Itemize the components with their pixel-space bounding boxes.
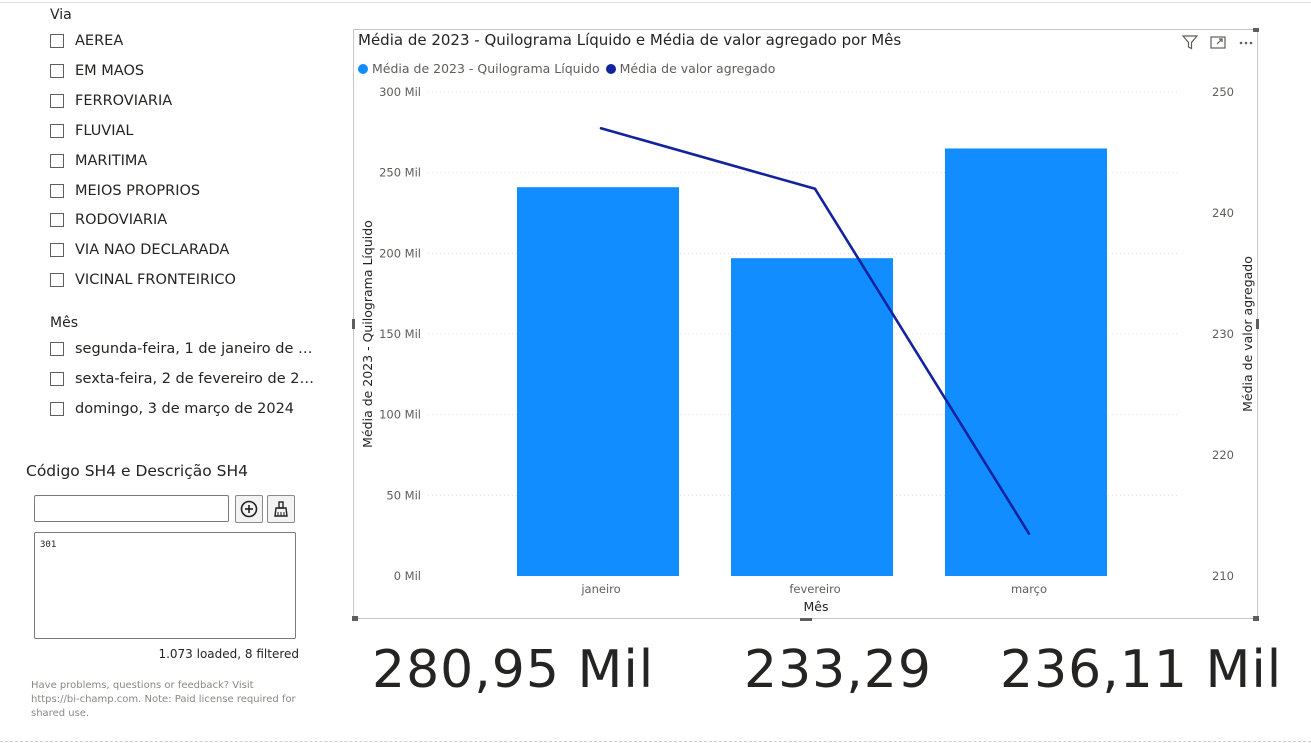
top-border xyxy=(0,0,1311,3)
slicer-via-item-label: FLUVIAL xyxy=(75,122,134,139)
sh4-status-text: 1.073 loaded, 8 filtered xyxy=(158,647,299,661)
kpi-card-2: 233,29 xyxy=(744,640,932,700)
slicer-via-item[interactable]: FLUVIAL xyxy=(50,120,134,142)
legend-item-line[interactable]: Média de valor agregado xyxy=(605,61,776,76)
checkbox[interactable] xyxy=(50,123,64,138)
checkbox[interactable] xyxy=(50,342,64,356)
slicer-mes-item[interactable]: segunda-feira, 1 de janeiro de 2... xyxy=(50,338,320,360)
slicer-via-item[interactable]: MARITIMA xyxy=(50,150,147,172)
resize-handle-right[interactable] xyxy=(1256,319,1259,329)
checkbox[interactable] xyxy=(50,402,64,416)
slicer-via-item[interactable]: EM MAOS xyxy=(50,60,144,82)
slicer-via-item-label: VICINAL FRONTEIRICO xyxy=(75,272,236,289)
checkbox[interactable] xyxy=(50,34,64,48)
focus-mode-icon[interactable] xyxy=(1209,34,1227,50)
legend-label-line: Média de valor agregado xyxy=(619,61,776,76)
visual-header-icons xyxy=(1181,34,1255,50)
chart-title: Média de 2023 - Quilograma Líquido e Méd… xyxy=(358,31,902,49)
resize-handle-bottom-left[interactable] xyxy=(352,616,358,621)
sh4-selection-list[interactable]: 301 xyxy=(34,532,296,639)
clear-filter-button[interactable] xyxy=(267,495,295,523)
slicer-via-item-label: FERROVIARIA xyxy=(75,92,173,109)
slicer-mes-item-label: domingo, 3 de março de 2024 xyxy=(75,401,295,417)
slicer-via-title: Via xyxy=(50,7,72,23)
resize-handle-bottom-right[interactable] xyxy=(1253,616,1259,621)
eraser-icon xyxy=(274,501,288,517)
add-filter-button[interactable] xyxy=(235,495,263,523)
chart-visual-frame[interactable] xyxy=(353,29,1258,619)
sh4-list-entry[interactable]: 301 xyxy=(40,540,56,550)
slicer-mes-title: Mês xyxy=(50,315,78,331)
checkbox[interactable] xyxy=(50,93,64,108)
slicer-via-item[interactable]: FERROVIARIA xyxy=(50,90,172,112)
license-note: Have problems, questions or feedback? Vi… xyxy=(31,680,296,719)
resize-handle-top-right[interactable] xyxy=(1253,28,1259,32)
checkbox[interactable] xyxy=(50,63,64,78)
resize-handle-bottom[interactable] xyxy=(800,618,812,621)
checkbox[interactable] xyxy=(50,213,64,228)
checkbox[interactable] xyxy=(50,243,64,258)
slicer-mes-item[interactable]: sexta-feira, 2 de fevereiro de 20... xyxy=(50,368,320,390)
checkbox[interactable] xyxy=(50,183,64,198)
slicer-via-item[interactable]: MEIOS PROPRIOS xyxy=(50,180,200,202)
slicer-via-item-label: MARITIMA xyxy=(75,152,148,169)
slicer-via-item-label: VIA NAO DECLARADA xyxy=(75,242,230,259)
slicer-via-item[interactable]: AEREA xyxy=(50,30,123,52)
filter-icon[interactable] xyxy=(1181,34,1199,50)
slicer-via-item-label: AEREA xyxy=(75,33,124,49)
kpi-card-3: 236,11 Mil xyxy=(1000,640,1283,700)
checkbox[interactable] xyxy=(50,372,64,386)
slicer-via-item[interactable]: VIA NAO DECLARADA xyxy=(50,239,229,261)
slicer-via-item-label: MEIOS PROPRIOS xyxy=(75,182,201,199)
legend-dot-line xyxy=(605,63,616,74)
sh4-filter-title: Código SH4 e Descrição SH4 xyxy=(26,462,248,480)
bottom-border xyxy=(0,741,1311,742)
legend-label-bar: Média de 2023 - Quilograma Líquido xyxy=(372,61,600,76)
legend-item-bar[interactable]: Média de 2023 - Quilograma Líquido xyxy=(358,61,600,76)
plus-circle-icon xyxy=(240,500,258,518)
slicer-via-item-label: EM MAOS xyxy=(75,62,145,79)
slicer-via-item-label: RODOVIARIA xyxy=(75,212,168,229)
slicer-via-item[interactable]: RODOVIARIA xyxy=(50,209,167,231)
more-options-icon[interactable] xyxy=(1237,34,1255,50)
chart-legend: Média de 2023 - Quilograma Líquido Média… xyxy=(358,61,781,76)
sh4-search-input[interactable] xyxy=(34,495,229,522)
slicer-mes-item-label: segunda-feira, 1 de janeiro de 2... xyxy=(75,341,320,357)
kpi-card-1: 280,95 Mil xyxy=(372,640,655,700)
slicer-mes-item-label: sexta-feira, 2 de fevereiro de 20... xyxy=(75,371,320,387)
resize-handle-left[interactable] xyxy=(352,319,355,329)
slicer-mes-item[interactable]: domingo, 3 de março de 2024 xyxy=(50,398,294,420)
checkbox[interactable] xyxy=(50,153,64,168)
legend-dot-bar xyxy=(358,63,368,74)
checkbox[interactable] xyxy=(50,273,64,288)
slicer-via-item[interactable]: VICINAL FRONTEIRICO xyxy=(50,269,236,291)
